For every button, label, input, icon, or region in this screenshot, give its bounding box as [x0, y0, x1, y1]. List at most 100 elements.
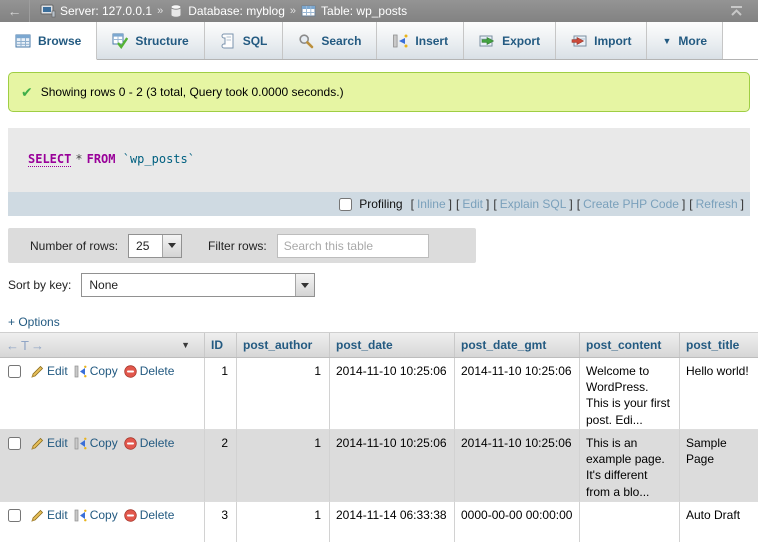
sort-all-dropdown-icon[interactable]: ▼	[181, 340, 190, 350]
pencil-icon	[31, 437, 44, 450]
tab-structure[interactable]: Structure	[97, 22, 204, 59]
edit-query-link[interactable]: Edit	[462, 197, 483, 211]
column-order-icon[interactable]: ←T→	[6, 338, 46, 353]
structure-icon	[112, 33, 128, 49]
breadcrumb-server-label: Server: 127.0.0.1	[60, 4, 152, 18]
cell-post-date-gmt: 0000-00-00 00:00:00	[455, 502, 580, 542]
cell-post-date: 2014-11-10 10:25:06	[330, 430, 455, 502]
bracket: [	[456, 197, 459, 211]
cell-post-date-gmt: 2014-11-10 10:25:06	[455, 358, 580, 430]
row-actions-cell: Edit Copy Delete	[0, 358, 205, 430]
sql-star: *	[75, 152, 82, 166]
sql-keyword-from: FROM	[87, 152, 116, 166]
cell-post-author: 1	[237, 502, 330, 542]
delete-icon	[124, 509, 137, 522]
table-row: Edit Copy Delete 1 1 2014-11-10 10:25:06…	[0, 358, 758, 430]
delete-row-link[interactable]: Delete	[124, 435, 175, 451]
options-toggle[interactable]: + Options	[8, 315, 60, 329]
sql-query-text: SELECT * FROM `wp_posts`	[8, 128, 750, 192]
filter-rows-label: Filter rows:	[208, 239, 267, 253]
header-col-post-author[interactable]: post_author	[237, 333, 330, 357]
profiling-checkbox[interactable]	[339, 198, 352, 211]
cell-post-content	[580, 502, 680, 542]
bracket: [	[689, 197, 692, 211]
pencil-icon	[31, 509, 44, 522]
sort-by-key-label: Sort by key:	[8, 278, 71, 292]
tab-import[interactable]: Import	[556, 22, 647, 59]
sql-table-identifier: `wp_posts`	[123, 152, 195, 166]
edit-row-link[interactable]: Edit	[31, 507, 68, 523]
row-actions-cell: Edit Copy Delete	[0, 502, 205, 542]
query-tools-bar: Profiling [Inline] [Edit] [Explain SQL] …	[8, 192, 750, 216]
header-col-post-date[interactable]: post_date	[330, 333, 455, 357]
edit-row-link[interactable]: Edit	[31, 363, 68, 379]
tab-more[interactable]: ▼ More	[647, 22, 723, 59]
tab-sql-label: SQL	[243, 34, 268, 48]
delete-row-link[interactable]: Delete	[124, 507, 175, 523]
tab-strip: Browse Structure SQL Search Insert Expor…	[0, 22, 758, 60]
cell-post-title: Hello world!	[680, 358, 758, 430]
rows-per-page-select[interactable]: 25	[128, 234, 182, 258]
tab-search-label: Search	[321, 34, 361, 48]
tab-sql[interactable]: SQL	[205, 22, 284, 59]
success-message-text: Showing rows 0 - 2 (3 total, Query took …	[41, 85, 344, 99]
breadcrumb-database[interactable]: Database: myblog	[168, 3, 285, 19]
refresh-link[interactable]: Refresh	[696, 197, 738, 211]
sql-keyword-select: SELECT	[28, 152, 71, 167]
back-arrow-icon[interactable]: ←	[0, 0, 30, 22]
breadcrumb-bar: ← Server: 127.0.0.1 » Database: myblog »…	[0, 0, 758, 22]
import-icon	[571, 33, 587, 49]
copy-icon	[74, 365, 87, 378]
cell-post-content: This is an example page. It's different …	[580, 430, 680, 502]
table-icon	[301, 3, 317, 19]
bracket: ]	[682, 197, 685, 211]
export-icon	[479, 33, 495, 49]
cell-id: 2	[205, 430, 237, 502]
filter-rows-input[interactable]	[277, 234, 429, 258]
tab-export[interactable]: Export	[464, 22, 556, 59]
breadcrumb-table-label: Table: wp_posts	[321, 4, 407, 18]
tab-insert-label: Insert	[415, 34, 448, 48]
header-col-id[interactable]: ID	[205, 333, 237, 357]
header-actions-cell: ←T→ ▼	[0, 333, 205, 357]
breadcrumb-database-label: Database: myblog	[188, 4, 285, 18]
copy-row-link[interactable]: Copy	[74, 435, 118, 451]
sql-icon	[220, 33, 236, 49]
row-checkbox[interactable]	[8, 437, 21, 450]
table-row: Edit Copy Delete 2 1 2014-11-10 10:25:06…	[0, 430, 758, 502]
query-link-refresh-group: [Refresh]	[689, 197, 744, 211]
tab-export-label: Export	[502, 34, 540, 48]
delete-label: Delete	[140, 363, 175, 379]
bracket: ]	[569, 197, 572, 211]
tab-browse-label: Browse	[38, 34, 81, 48]
tab-insert[interactable]: Insert	[377, 22, 464, 59]
create-php-code-link[interactable]: Create PHP Code	[583, 197, 679, 211]
profiling-label: Profiling	[359, 197, 402, 211]
copy-row-link[interactable]: Copy	[74, 507, 118, 523]
edit-label: Edit	[47, 435, 68, 451]
tab-browse[interactable]: Browse	[0, 22, 97, 60]
tab-search[interactable]: Search	[283, 22, 377, 59]
row-checkbox[interactable]	[8, 509, 21, 522]
breadcrumb-server[interactable]: Server: 127.0.0.1	[40, 3, 152, 19]
explain-sql-link[interactable]: Explain SQL	[500, 197, 567, 211]
collapse-panel-icon[interactable]	[729, 5, 744, 17]
sort-by-key-value: None	[82, 274, 295, 296]
copy-icon	[74, 437, 87, 450]
header-col-post-title[interactable]: post_title	[680, 333, 758, 357]
edit-row-link[interactable]: Edit	[31, 435, 68, 451]
results-table: ←T→ ▼ ID post_author post_date post_date…	[0, 332, 758, 542]
copy-row-link[interactable]: Copy	[74, 363, 118, 379]
insert-icon	[392, 33, 408, 49]
query-link-edit-group: [Edit]	[456, 197, 489, 211]
inline-edit-link[interactable]: Inline	[417, 197, 446, 211]
breadcrumb-table[interactable]: Table: wp_posts	[301, 3, 407, 19]
delete-row-link[interactable]: Delete	[124, 363, 175, 379]
copy-label: Copy	[90, 435, 118, 451]
database-icon	[168, 3, 184, 19]
sort-by-key-select[interactable]: None	[81, 273, 315, 297]
header-col-post-date-gmt[interactable]: post_date_gmt	[455, 333, 580, 357]
header-col-post-content[interactable]: post_content	[580, 333, 680, 357]
row-checkbox[interactable]	[8, 365, 21, 378]
pencil-icon	[31, 365, 44, 378]
